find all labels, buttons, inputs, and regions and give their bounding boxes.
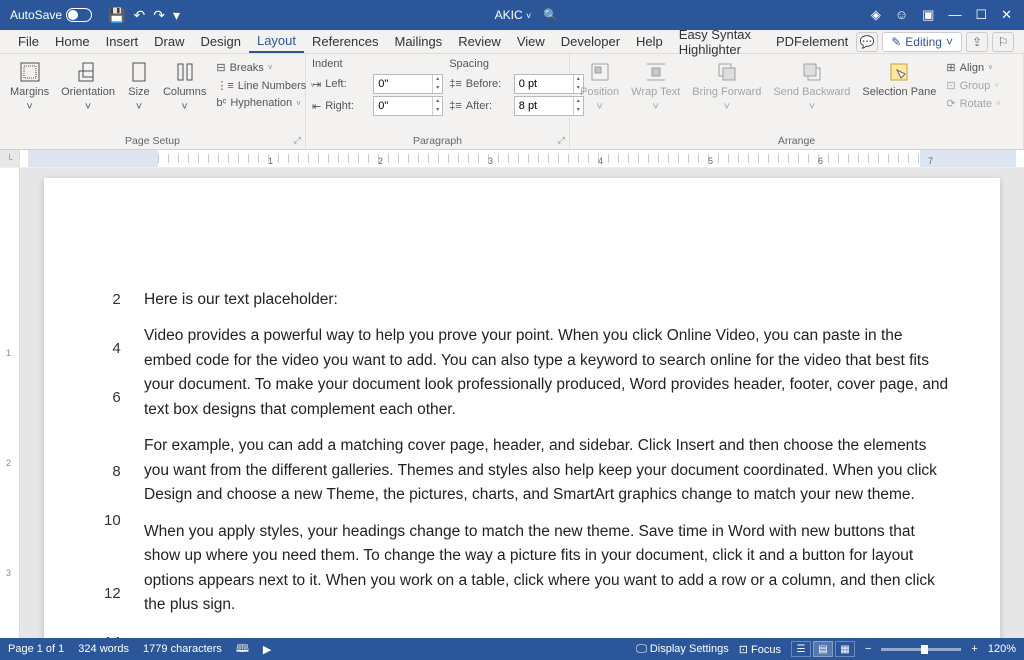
page-setup-expand[interactable]: ⤢ — [294, 135, 301, 146]
window-box-icon[interactable]: ▣ — [922, 7, 934, 23]
zoom-out[interactable]: − — [865, 643, 871, 655]
document-page[interactable]: 24 6 8 10 1214 Here is our text placehol… — [44, 178, 1000, 638]
statusbar: Page 1 of 1 324 words 1779 characters 🕮 … — [0, 638, 1024, 660]
tab-review[interactable]: Review — [450, 31, 509, 52]
group-page-setup: Margins˅ Orientation˅ Size˅ Columns˅ ⊟ B… — [0, 54, 306, 149]
focus-mode[interactable]: ⊡ Focus — [739, 643, 781, 656]
maximize-icon[interactable]: ☐ — [975, 7, 987, 23]
print-layout-icon[interactable]: ▤ — [813, 641, 833, 657]
web-layout-icon[interactable]: ▦ — [835, 641, 855, 657]
size-button[interactable]: Size˅ — [123, 58, 155, 115]
indent-right-input[interactable]: ▴▾ — [373, 96, 443, 116]
document-content[interactable]: Here is our text placeholder: Video prov… — [144, 288, 950, 618]
ribbon: Margins˅ Orientation˅ Size˅ Columns˅ ⊟ B… — [0, 54, 1024, 150]
zoom-in[interactable]: + — [971, 643, 977, 655]
hyphenation-button[interactable]: bᶜ Hyphenation ˅ — [214, 96, 317, 110]
line-numbers: 24 6 8 10 1214 — [104, 288, 121, 638]
face-icon[interactable]: ⚐ — [992, 32, 1014, 52]
editing-mode[interactable]: ✎ Editing ˅ — [882, 32, 962, 52]
tab-design[interactable]: Design — [193, 31, 249, 52]
read-mode-icon[interactable]: ☰ — [791, 641, 811, 657]
send-backward-button: Send Backward˅ — [769, 58, 854, 115]
display-settings[interactable]: 🖵 Display Settings — [636, 643, 729, 656]
breaks-button[interactable]: ⊟ Breaks ˅ — [214, 60, 317, 75]
line-numbers-button[interactable]: ⋮≡ Line Numbers ˅ — [214, 78, 317, 93]
document-name: AKIC ˅ — [495, 8, 532, 22]
document-area: 1 2 3 24 6 8 10 1214 Here is our text pl… — [0, 168, 1024, 638]
save-icon[interactable]: 💾 — [108, 7, 125, 24]
tab-insert[interactable]: Insert — [98, 31, 147, 52]
zoom-slider[interactable] — [881, 648, 961, 651]
group-arrange: Position˅ Wrap Text˅ Bring Forward˅ Send… — [570, 54, 1024, 149]
position-button: Position˅ — [576, 58, 623, 115]
tab-draw[interactable]: Draw — [146, 31, 192, 52]
wrap-text-button: Wrap Text˅ — [627, 58, 684, 115]
tab-references[interactable]: References — [304, 31, 386, 52]
zoom-level[interactable]: 120% — [988, 643, 1016, 655]
vertical-ruler[interactable]: 1 2 3 — [0, 168, 20, 638]
search-icon[interactable]: 🔍 — [543, 8, 558, 22]
tab-view[interactable]: View — [509, 31, 553, 52]
quick-access-toolbar: 💾 ↶ ↷ ▾ — [98, 7, 190, 24]
align-button[interactable]: ⊞ Align ˅ — [944, 60, 1002, 75]
bring-forward-button: Bring Forward˅ — [688, 58, 765, 115]
macro-icon[interactable]: ▶ — [263, 643, 271, 656]
tab-file[interactable]: File — [10, 31, 47, 52]
spacing-before-icon: ‡≡ — [449, 78, 462, 90]
group-paragraph: Indent ⇥Left:▴▾ ⇤Right:▴▾ Spacing ‡≡Befo… — [306, 54, 570, 149]
tab-home[interactable]: Home — [47, 31, 98, 52]
char-count[interactable]: 1779 characters — [143, 643, 222, 655]
indent-left-input[interactable]: ▴▾ — [373, 74, 443, 94]
margins-button[interactable]: Margins˅ — [6, 58, 53, 115]
columns-button[interactable]: Columns˅ — [159, 58, 210, 115]
tab-developer[interactable]: Developer — [553, 31, 628, 52]
indent-right-icon: ⇤ — [312, 100, 321, 113]
group-button: ⊡ Group ˅ — [944, 78, 1002, 93]
rotate-button: ⟳ Rotate ˅ — [944, 96, 1002, 111]
tab-layout[interactable]: Layout — [249, 30, 304, 53]
tab-mailings[interactable]: Mailings — [387, 31, 451, 52]
indent-left-icon: ⇥ — [312, 78, 321, 91]
undo-icon[interactable]: ↶ — [133, 7, 145, 24]
autosave-toggle[interactable]: AutoSave — [4, 8, 98, 22]
close-icon[interactable]: ✕ — [1001, 7, 1012, 23]
titlebar: AutoSave 💾 ↶ ↷ ▾ AKIC ˅ 🔍 ◈ ☺ ▣ — ☐ ✕ — [0, 0, 1024, 30]
word-count[interactable]: 324 words — [78, 643, 129, 655]
view-buttons: ☰ ▤ ▦ — [791, 641, 855, 657]
tab-pdfelement[interactable]: PDFelement — [768, 31, 856, 52]
selection-pane-button[interactable]: Selection Pane — [858, 58, 940, 101]
share-icon[interactable]: ⇪ — [966, 32, 988, 52]
horizontal-ruler[interactable]: └ 1 2 3 4 5 6 7 — [0, 150, 1024, 168]
spell-check-icon[interactable]: 🕮 — [236, 640, 249, 659]
paragraph-expand[interactable]: ⤢ — [558, 135, 565, 146]
spacing-after-icon: ‡≡ — [449, 100, 462, 112]
comments-icon[interactable]: 💬 — [856, 32, 878, 52]
ribbon-tabs: File Home Insert Draw Design Layout Refe… — [0, 30, 1024, 54]
diamond-icon[interactable]: ◈ — [871, 7, 881, 23]
tab-help[interactable]: Help — [628, 31, 671, 52]
customize-icon[interactable]: ▾ — [173, 7, 180, 24]
redo-icon[interactable]: ↷ — [153, 7, 165, 24]
smiley-icon[interactable]: ☺ — [895, 7, 908, 23]
page-indicator[interactable]: Page 1 of 1 — [8, 643, 64, 655]
orientation-button[interactable]: Orientation˅ — [57, 58, 119, 115]
minimize-icon[interactable]: — — [948, 7, 961, 23]
